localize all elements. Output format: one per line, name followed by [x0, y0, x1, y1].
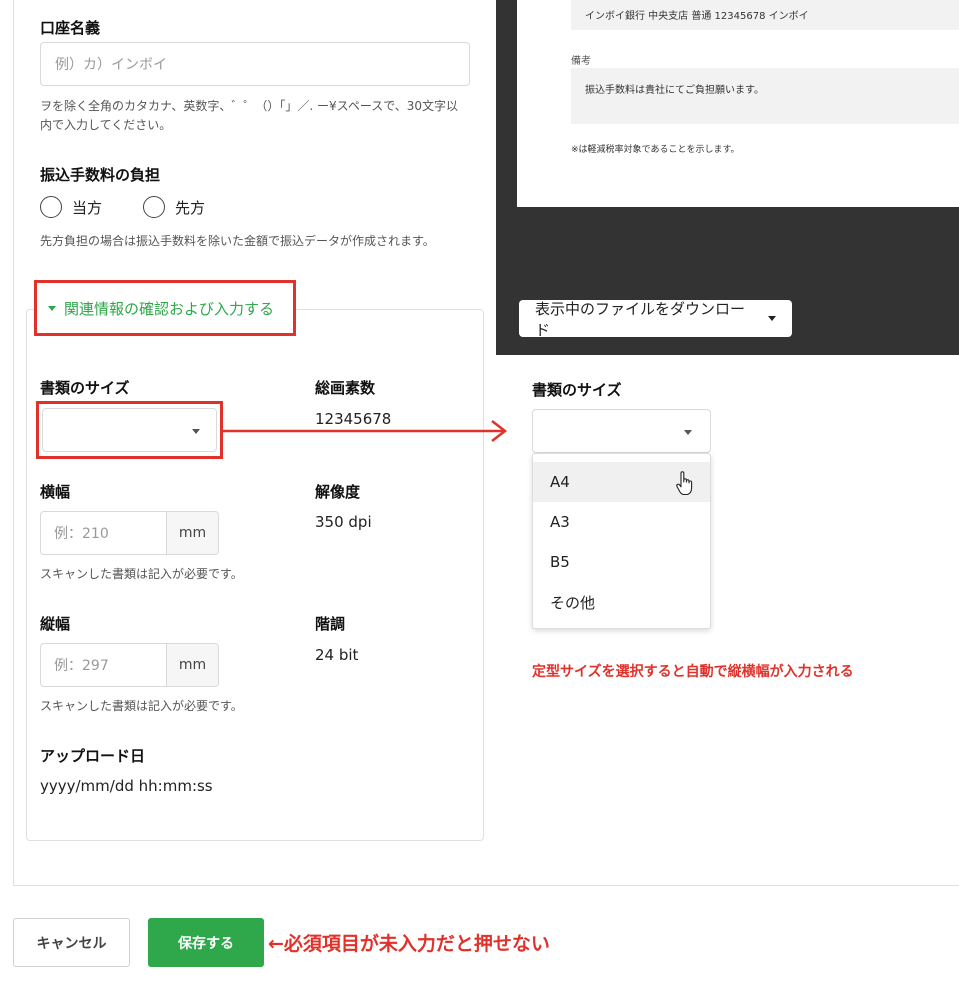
width-unit: mm	[166, 512, 218, 554]
required-annotation: ←必須項目が未入力だと押せない	[268, 933, 550, 955]
height-input[interactable]: 例：297 mm	[40, 643, 219, 687]
doc-size-select[interactable]	[42, 408, 217, 452]
dropdown-option-label: A3	[550, 513, 570, 531]
gradation-value: 24 bit	[315, 646, 359, 664]
width-placeholder: 例：210	[54, 526, 109, 542]
outer-frame-left	[13, 0, 14, 885]
height-label: 縦幅	[40, 615, 71, 633]
account-name-input[interactable]: 例）カ）インボイ	[40, 42, 470, 86]
document-preview: インボイ銀行 中央支店 普通 12345678 インボイ 備考 振込手数料は貴社…	[517, 0, 959, 207]
dropdown-option-other[interactable]: その他	[533, 582, 710, 622]
fee-option-ours-label: 当方	[72, 198, 103, 217]
download-file-button[interactable]: 表示中のファイルをダウンロード	[519, 299, 792, 339]
chevron-down-icon	[192, 429, 200, 434]
dropdown-demo-select[interactable]	[532, 409, 711, 453]
fee-label: 振込手数料の負担	[40, 166, 161, 184]
outer-frame-bottom	[13, 885, 959, 886]
cancel-button[interactable]: キャンセル	[13, 918, 130, 967]
dropdown-option-b5[interactable]: B5	[533, 542, 710, 582]
total-pixels-value: 12345678	[315, 410, 392, 428]
triangle-down-icon	[48, 306, 56, 311]
radio-circle-icon	[40, 196, 62, 218]
dropdown-demo-label: 書類のサイズ	[532, 381, 622, 399]
fee-help: 先方負担の場合は振込手数料を除いた金額で振込データが作成されます。	[40, 234, 435, 248]
dropdown-option-label: A4	[550, 473, 570, 491]
account-name-placeholder: 例）カ）インボイ	[55, 57, 167, 73]
download-button-label: 表示中のファイルをダウンロード	[535, 299, 746, 339]
hand-pointer-icon	[676, 471, 693, 496]
height-placeholder: 例：297	[54, 658, 109, 674]
related-toggle-link[interactable]: 関連情報の確認および入力する	[48, 298, 274, 319]
footnote-text: ※は軽減税率対象であることを示します。	[571, 145, 740, 155]
notes-label: 備考	[571, 56, 591, 67]
height-help: スキャンした書類は記入が必要です。	[40, 699, 243, 713]
bank-info-text: インボイ銀行 中央支店 普通 12345678 インボイ	[585, 11, 809, 22]
notes-box: 振込手数料は貴社にてご負担願います。	[571, 68, 959, 124]
fee-option-ours[interactable]: 当方	[40, 196, 102, 218]
dropdown-option-a3[interactable]: A3	[533, 502, 710, 542]
save-button[interactable]: 保存する	[148, 918, 264, 967]
gradation-label: 階調	[315, 615, 346, 633]
auto-fill-annotation: 定型サイズを選択すると自動で縦横幅が入力される	[532, 664, 854, 680]
chevron-down-icon	[768, 316, 776, 321]
resolution-label: 解像度	[315, 483, 361, 501]
dropdown-option-label: B5	[550, 553, 570, 571]
height-unit: mm	[166, 644, 218, 686]
upload-date-value: yyyy/mm/dd hh:mm:ss	[40, 777, 213, 795]
doc-size-label: 書類のサイズ	[40, 379, 130, 397]
chevron-down-icon	[684, 430, 692, 435]
width-input[interactable]: 例：210 mm	[40, 511, 219, 555]
dropdown-option-label: その他	[550, 593, 596, 612]
total-pixels-label: 総画素数	[315, 379, 376, 397]
related-toggle-label: 関連情報の確認および入力する	[64, 300, 275, 318]
account-name-help: ヲを除く全角のカタカナ、英数字、゛゜（）「」／. ー¥スペースで、30文字以内で…	[40, 99, 459, 132]
upload-date-label: アップロード日	[40, 747, 146, 765]
resolution-value: 350 dpi	[315, 513, 372, 531]
fee-option-theirs-label: 先方	[175, 198, 206, 217]
fee-option-theirs[interactable]: 先方	[143, 196, 205, 218]
bank-info-box: インボイ銀行 中央支店 普通 12345678 インボイ	[571, 0, 959, 30]
account-name-label: 口座名義	[40, 19, 101, 37]
width-help: スキャンした書類は記入が必要です。	[40, 567, 243, 581]
notes-text: 振込手数料は貴社にてご負担願います。	[585, 85, 764, 96]
radio-circle-icon	[143, 196, 165, 218]
width-label: 横幅	[40, 483, 71, 501]
